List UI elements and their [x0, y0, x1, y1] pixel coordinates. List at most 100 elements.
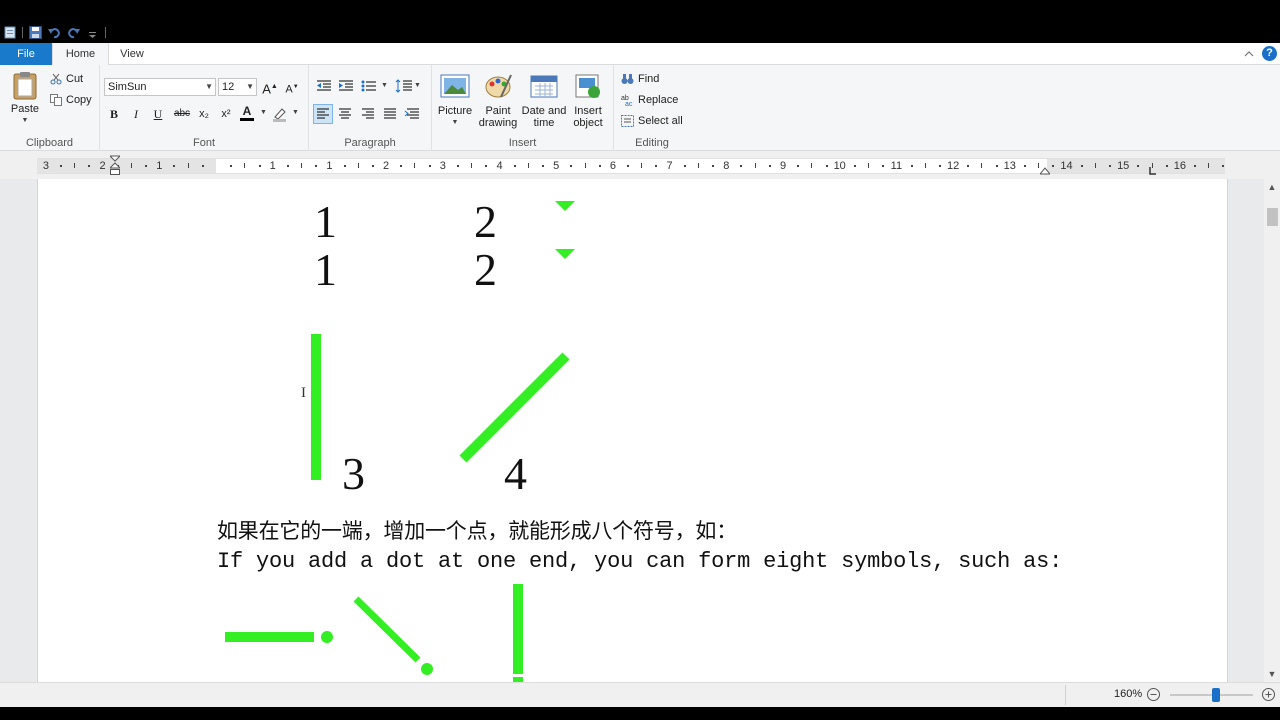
find-button[interactable]: Find: [621, 73, 659, 85]
document-area[interactable]: 1 2 1 2 3 4 I 如果在它的一端，增加一个点，就能形成八个符号，如： …: [0, 179, 1264, 682]
customize-qat-icon[interactable]: [86, 26, 99, 39]
ruler-number: 14: [1060, 160, 1073, 172]
picture-button[interactable]: Picture ▼: [436, 73, 474, 129]
zoom-in-icon[interactable]: [1261, 687, 1276, 702]
binoculars-icon: [621, 74, 634, 84]
insert-object-button[interactable]: Insert object: [568, 73, 608, 129]
ruler-tick: [910, 165, 913, 167]
copy-label: Copy: [66, 94, 92, 106]
superscript-button[interactable]: x²: [216, 104, 236, 124]
align-right-icon[interactable]: [359, 105, 377, 123]
scroll-thumb[interactable]: [1267, 208, 1278, 226]
select-all-button[interactable]: Select all: [621, 115, 683, 127]
replace-label: Replace: [638, 94, 679, 106]
ruler-tick: [868, 163, 870, 168]
right-indent-marker[interactable]: [1038, 163, 1052, 175]
paint-drawing-button[interactable]: Paint drawing: [476, 73, 520, 129]
save-icon[interactable]: [29, 25, 42, 39]
zoom-slider[interactable]: [1170, 688, 1253, 702]
paint-drawing-label: Paint drawing: [478, 105, 518, 129]
scroll-up-icon[interactable]: ▲: [1264, 179, 1280, 195]
label-1b: 1: [314, 244, 337, 295]
tab-view[interactable]: View: [108, 43, 156, 65]
redo-icon[interactable]: [67, 26, 80, 39]
underline-button[interactable]: U: [148, 104, 168, 124]
palette-icon: [483, 73, 513, 101]
align-center-icon[interactable]: [336, 105, 354, 123]
paragraph-settings-icon[interactable]: [404, 105, 422, 123]
zoom-slider-thumb[interactable]: [1212, 688, 1220, 702]
date-time-button[interactable]: Date and time: [520, 73, 568, 129]
tab-stop-marker[interactable]: [1149, 163, 1157, 175]
ruler-tick: [542, 165, 545, 167]
ruler-tick: [1038, 163, 1040, 168]
ruler-number: 13: [1003, 160, 1016, 172]
ruler-tick: [627, 165, 630, 167]
ruler-tick: [995, 165, 998, 167]
label-2: 2: [474, 196, 497, 247]
tab-file[interactable]: File: [0, 43, 52, 65]
vertical-scrollbar[interactable]: ▲ ▼: [1264, 179, 1280, 682]
ruler-number: 6: [609, 160, 616, 172]
increase-indent-icon[interactable]: [338, 79, 354, 93]
paste-button[interactable]: Paste ▼: [8, 71, 42, 127]
chevron-down-icon[interactable]: ▼: [292, 109, 299, 116]
ruler-tick: [60, 165, 63, 167]
font-size-select[interactable]: 12 ▼: [218, 78, 257, 96]
undo-icon[interactable]: [48, 26, 61, 39]
italic-button[interactable]: I: [126, 104, 146, 124]
ruler[interactable]: 3 2 1 1 1 2 3 4 5 6 7 8 9 10 11 12 13 14 15 16: [0, 151, 1280, 179]
decrease-indent-icon[interactable]: [316, 79, 332, 93]
justify-icon[interactable]: [381, 105, 399, 123]
bold-button[interactable]: B: [104, 104, 124, 124]
ruler-tick: [1109, 165, 1112, 167]
paint-app-icon[interactable]: [3, 26, 16, 39]
replace-button[interactable]: ab ac Replace: [621, 94, 678, 106]
help-icon[interactable]: ?: [1262, 46, 1277, 61]
ruler-tick: [754, 163, 756, 168]
font-group-label: Font: [192, 137, 215, 149]
label-1: 1: [314, 196, 337, 247]
ruler-tick: [882, 165, 885, 167]
scroll-down-icon[interactable]: ▼: [1264, 666, 1280, 682]
subscript-button[interactable]: x₂: [194, 104, 214, 124]
quick-access-toolbar: [0, 22, 106, 42]
ruler-tick: [1165, 165, 1168, 167]
ruler-number: 10: [833, 160, 846, 172]
chevron-down-icon[interactable]: ▼: [260, 109, 267, 116]
vertical-line-symbol: [311, 334, 321, 480]
strikethrough-button[interactable]: abc: [170, 104, 194, 124]
paste-label: Paste: [10, 103, 40, 115]
document-page[interactable]: 1 2 1 2 3 4 I 如果在它的一端，增加一个点，就能形成八个符号，如： …: [37, 179, 1228, 682]
minimize-ribbon-icon[interactable]: [1243, 47, 1255, 59]
chevron-down-icon: ▼: [205, 82, 213, 91]
highlight-icon[interactable]: [272, 106, 288, 122]
bullet-list-icon[interactable]: [361, 79, 379, 93]
diagonal-dot-line: [353, 596, 421, 663]
text-color-button[interactable]: A: [240, 102, 254, 121]
zoom-out-icon[interactable]: [1146, 687, 1161, 702]
ruler-number: 7: [666, 160, 673, 172]
chevron-down-icon: ▼: [246, 82, 254, 91]
font-size-value: 12: [222, 81, 235, 93]
chevron-down-icon[interactable]: ▼: [414, 82, 421, 89]
chevron-down-icon[interactable]: ▼: [381, 82, 388, 89]
ruler-tick: [471, 163, 473, 168]
ruler-number: 15: [1117, 160, 1130, 172]
insert-group: Picture ▼ Paint drawing Date and time In…: [432, 65, 614, 151]
font-family-select[interactable]: SimSun ▼: [104, 78, 216, 96]
ruler-number: 2: [383, 160, 390, 172]
ruler-tick: [357, 163, 359, 168]
align-left-icon[interactable]: [313, 104, 333, 124]
shrink-font-button[interactable]: A▼: [282, 77, 302, 97]
copy-button[interactable]: Copy: [50, 94, 92, 106]
bottom-edge: [0, 707, 1280, 720]
ruler-tick: [768, 165, 771, 167]
tab-home[interactable]: Home: [52, 43, 109, 66]
line-spacing-icon[interactable]: [395, 79, 413, 93]
first-line-indent-marker[interactable]: [108, 155, 122, 177]
grow-font-button[interactable]: A▲: [260, 77, 280, 97]
ruler-tick: [1194, 165, 1197, 167]
select-all-icon: [621, 115, 634, 127]
cut-button[interactable]: Cut: [50, 73, 83, 85]
